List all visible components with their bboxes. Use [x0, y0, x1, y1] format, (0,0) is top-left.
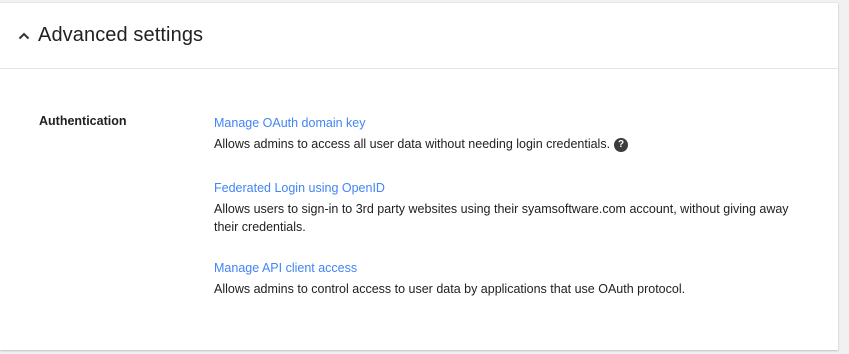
advanced-settings-card: Advanced settings Authentication Manage …: [0, 3, 838, 350]
federated-login-openid-link[interactable]: Federated Login using OpenID: [214, 180, 385, 196]
setting-item-federated-login: Federated Login using OpenID Allows user…: [214, 179, 804, 236]
manage-api-client-access-link[interactable]: Manage API client access: [214, 260, 357, 276]
manage-oauth-domain-key-link[interactable]: Manage OAuth domain key: [214, 115, 365, 131]
federated-login-description: Allows users to sign-in to 3rd party web…: [214, 202, 789, 234]
advanced-settings-header[interactable]: Advanced settings: [0, 3, 838, 69]
setting-item-api-client-access: Manage API client access Allows admins t…: [214, 259, 804, 298]
authentication-label: Authentication: [39, 114, 127, 128]
section-title: Advanced settings: [38, 24, 204, 46]
oauth-domain-key-description: Allows admins to access all user data wi…: [214, 137, 611, 151]
setting-item-oauth-domain-key: Manage OAuth domain key Allows admins to…: [214, 114, 804, 153]
chevron-up-icon[interactable]: [14, 26, 34, 46]
setting-description: Allows admins to access all user data wi…: [214, 135, 804, 153]
help-circle-icon[interactable]: ?: [614, 138, 629, 152]
api-client-access-description: Allows admins to control access to user …: [214, 282, 686, 296]
